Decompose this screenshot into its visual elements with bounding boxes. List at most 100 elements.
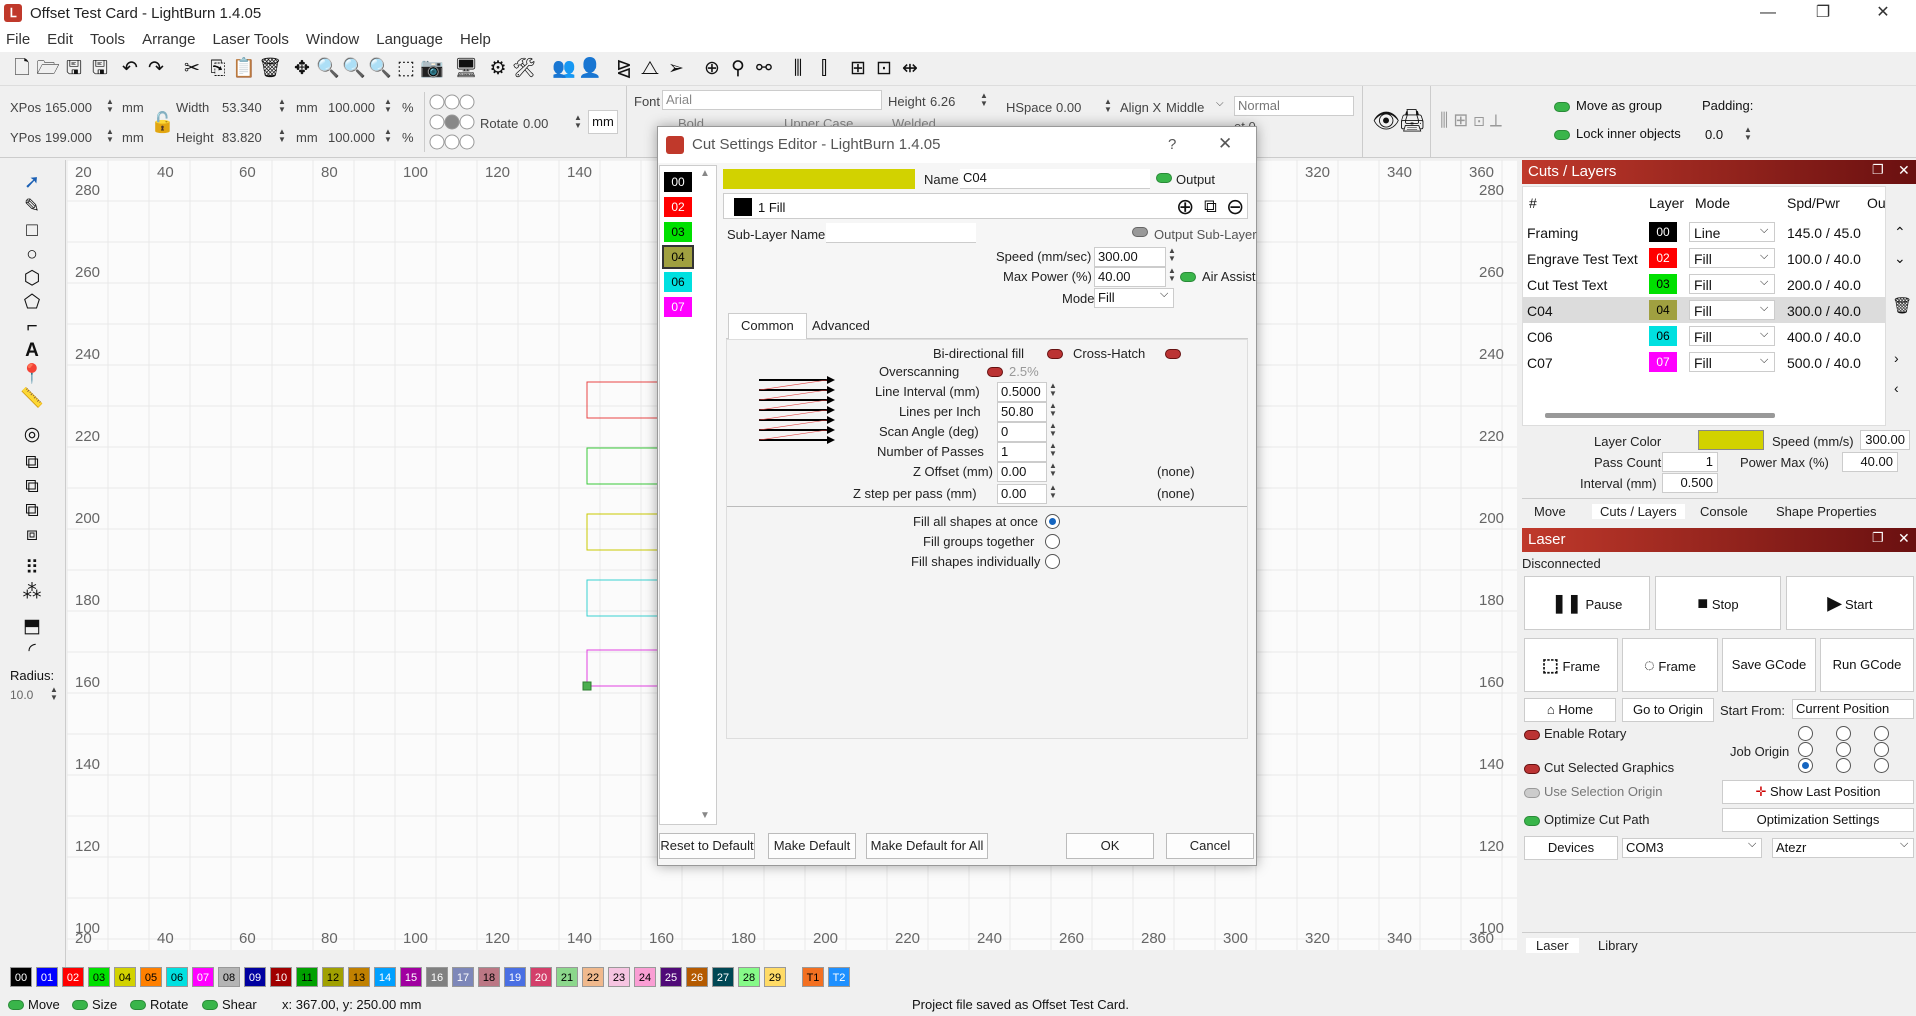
port-select[interactable]: COM3 [1622,838,1762,858]
scroll-left-icon[interactable]: ‹ [1894,380,1899,396]
height-spinner[interactable]: ▲ ▼ [278,128,288,144]
speed-spinner[interactable]: ▲ ▼ [1168,247,1178,263]
palette-color-T1[interactable]: T1 [802,967,824,987]
palette-color-27[interactable]: 27 [712,967,734,987]
layer-color-bar[interactable] [723,169,915,189]
grid-array-icon[interactable]: ⠿ [20,558,44,580]
camera-icon[interactable]: 📷 [420,57,444,81]
make-default-button[interactable]: Make Default [768,833,856,859]
menu-tools[interactable]: Tools [90,31,125,48]
layer-row-mode-select[interactable]: Fill ⌵ [1689,274,1775,294]
power-max-input[interactable]: 40.00 [1842,452,1898,472]
copy-icon[interactable]: ⎘ [206,57,230,81]
scan-angle-input[interactable]: 0 [997,422,1047,442]
palette-color-03[interactable]: 03 [88,967,110,987]
max-power-spinner[interactable]: ▲ ▼ [1168,267,1178,283]
device-chevron-icon[interactable]: ⌵ [1900,838,1908,851]
sublayer-label[interactable]: 1 Fill [758,200,785,215]
move-up-icon[interactable]: ⌃ [1894,224,1906,241]
float-laser-panel-icon[interactable]: ❐ [1872,530,1884,546]
xpos-spinner[interactable]: ▲ ▼ [106,98,116,114]
job-origin-mc[interactable] [1836,742,1851,757]
palette-color-20[interactable]: 20 [530,967,552,987]
palette-color-00[interactable]: 00 [10,967,32,987]
pass-count-input[interactable]: 1 [1662,452,1718,472]
close-laser-panel-icon[interactable]: ✕ [1898,530,1910,547]
line-interval-spinner[interactable]: ▲ ▼ [1049,382,1059,398]
width-spinner[interactable]: ▲ ▼ [278,98,288,114]
rotate-spinner[interactable]: ▲ ▼ [574,114,584,130]
horizontal-scrollbar[interactable] [1545,413,1775,418]
weld-icon[interactable]: ⧈ [20,524,44,546]
tab-laser[interactable]: Laser [1526,938,1579,953]
cut-icon[interactable]: ✂ [180,57,204,81]
frame-circle-button[interactable]: ◌ Frame [1622,638,1718,692]
go-to-origin-button[interactable]: Go to Origin [1622,698,1714,722]
palette-color-12[interactable]: 12 [322,967,344,987]
save-gcode-button[interactable]: Save GCode [1722,638,1816,692]
close-panel-icon[interactable]: ✕ [1898,162,1910,179]
layer-row[interactable]: Cut Test Text 03 Fill ⌵ 200.0 / 40.0 [1523,271,1885,297]
layer-row-mode-select[interactable]: Fill ⌵ [1689,352,1775,372]
devices-button[interactable]: Devices [1524,836,1618,860]
polygon-tool-icon[interactable]: ⬡ [20,268,44,290]
position-tool-icon[interactable]: 📍 [20,364,44,386]
palette-color-24[interactable]: 24 [634,967,656,987]
tab-library[interactable]: Library [1598,938,1638,953]
unit-toggle-button[interactable]: mm [588,110,618,134]
menu-file[interactable]: File [6,31,30,48]
dialog-close-icon[interactable]: ✕ [1218,134,1232,154]
palette-color-01[interactable]: 01 [36,967,58,987]
air-assist-toggle[interactable] [1180,272,1196,282]
interval-input[interactable]: 0.500 [1662,473,1718,493]
dialog-layer-item[interactable]: 04 [662,245,694,269]
reset-to-default-button[interactable]: Reset to Default [659,833,755,859]
max-power-input[interactable]: 40.00 [1094,267,1166,287]
align-center-icon[interactable]: ⊕ [700,57,724,81]
printer-icon[interactable]: 🖨 [1398,108,1426,134]
layer-name-input[interactable]: C04 [960,169,1150,189]
palette-color-06[interactable]: 06 [166,967,188,987]
lock-inner-toggle[interactable] [1554,130,1570,140]
height-percent-input[interactable]: 100.000 [328,130,375,145]
fill-individually-radio[interactable] [1045,554,1060,569]
palette-color-08[interactable]: 08 [218,967,240,987]
tab-cuts-layers[interactable]: Cuts / Layers [1592,504,1685,519]
layer-row-mode-select[interactable]: Fill ⌵ [1689,300,1775,320]
ok-button[interactable]: OK [1066,833,1154,859]
speed-input[interactable]: 300.00 [1860,430,1910,450]
list-scroll-down-icon[interactable]: ▼ [700,810,710,821]
pause-button[interactable]: ❚❚ Pause [1524,576,1650,630]
layer-row[interactable]: C04 04 Fill ⌵ 300.0 / 40.0 [1523,297,1885,323]
palette-color-21[interactable]: 21 [556,967,578,987]
monitor-icon[interactable]: 🖥 [454,57,478,81]
lpi-input[interactable]: 50.80 [997,402,1047,422]
float-panel-icon[interactable]: ❐ [1872,162,1884,178]
shear-toggle[interactable] [202,1000,218,1010]
passes-input[interactable]: 1 [997,442,1047,462]
send-icon[interactable]: ➢ [664,57,688,81]
palette-color-05[interactable]: 05 [140,967,162,987]
radius-input[interactable]: 10.0 [10,688,33,702]
circular-array-icon[interactable]: ⁂ [20,582,44,604]
select-tool-icon[interactable]: ➚ [20,172,44,194]
palette-color-29[interactable]: 29 [764,967,786,987]
font-height-input[interactable]: 6.26 [930,94,955,109]
height-input[interactable]: 83.820 [222,130,262,145]
palette-color-10[interactable]: 10 [270,967,292,987]
zoffset-input[interactable]: 0.00 [997,462,1047,482]
distribute-icon[interactable]: ⚯ [752,57,776,81]
zstep-input[interactable]: 0.00 [997,484,1047,504]
dialog-layer-item[interactable]: 03 [664,222,692,242]
tools-icon[interactable]: 🛠 [512,57,536,81]
show-last-position-button[interactable]: ✛ Show Last Position [1722,780,1914,804]
list-scroll-up-icon[interactable]: ▲ [700,168,710,179]
tab-advanced[interactable]: Advanced [812,318,870,333]
width-percent-spinner[interactable]: ▲ ▼ [384,98,394,114]
palette-color-23[interactable]: 23 [608,967,630,987]
palette-color-28[interactable]: 28 [738,967,760,987]
ruler-tool-icon[interactable]: 📏 [20,388,44,410]
crosshatch-toggle[interactable] [1165,349,1181,359]
stop-button[interactable]: ■ Stop [1655,576,1781,630]
fill-all-radio[interactable] [1045,514,1060,529]
